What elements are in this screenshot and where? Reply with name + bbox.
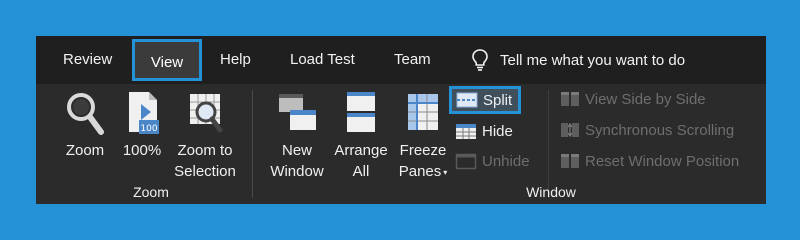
app-window: Review View Help Load Test Team Tell me …	[36, 36, 766, 204]
inner-separator	[548, 90, 549, 198]
arrange-all-button[interactable]: Arrange All	[328, 90, 394, 182]
view-side-by-side-button[interactable]: View Side by Side	[560, 86, 706, 112]
freeze-panes-line1: Freeze	[399, 142, 447, 159]
tell-me-search[interactable]: Tell me what you want to do	[472, 36, 685, 84]
ribbon-panel: Zoom 100 100% Zoom to Selection Zoom New…	[36, 84, 766, 204]
zoom-group-label: Zoom	[133, 184, 169, 200]
arrange-all-line1: Arrange	[334, 142, 388, 159]
split-label: Split	[483, 91, 513, 109]
new-window-icon	[279, 94, 316, 130]
split-button[interactable]: Split	[449, 86, 521, 114]
freeze-panes-icon	[408, 94, 438, 130]
freeze-panes-button[interactable]: Freeze Panes ▾	[394, 90, 452, 183]
new-window-line2: Window	[270, 163, 324, 180]
new-window-button[interactable]: New Window	[262, 90, 332, 182]
unhide-label: Unhide	[482, 152, 530, 170]
synchronous-scrolling-label: Synchronous Scrolling	[585, 121, 735, 139]
hide-icon	[456, 124, 476, 139]
freeze-panes-line2: Panes	[398, 163, 442, 180]
zoom-100-label: 100%	[122, 142, 162, 159]
sync-scroll-icon	[561, 122, 579, 138]
tab-load-test[interactable]: Load Test	[290, 36, 355, 84]
zoom-to-selection-button[interactable]: Zoom to Selection	[170, 90, 240, 182]
zoom-label: Zoom	[65, 142, 105, 159]
zoom-to-selection-icon	[190, 94, 223, 133]
tell-me-text: Tell me what you want to do	[500, 51, 686, 69]
reset-window-position-button[interactable]: Reset Window Position	[560, 148, 739, 174]
ribbon-tab-bar: Review View Help Load Test Team Tell me …	[36, 36, 766, 84]
arrange-all-line2: All	[352, 163, 370, 180]
tab-team[interactable]: Team	[394, 36, 431, 84]
split-icon	[456, 92, 478, 108]
chevron-down-icon: ▾	[443, 167, 448, 177]
hide-label: Hide	[482, 122, 513, 140]
hide-button[interactable]: Hide	[455, 118, 513, 144]
magnifier-icon	[67, 93, 104, 135]
zoom-button[interactable]: Zoom	[60, 90, 110, 161]
new-window-line1: New	[281, 142, 312, 159]
zoom-100-icon: 100	[129, 92, 159, 134]
tab-view[interactable]: View	[132, 39, 202, 81]
view-side-by-side-label: View Side by Side	[585, 90, 706, 108]
group-separator	[252, 90, 253, 198]
freeze-panes-line2-wrap: Panes ▾	[394, 161, 452, 183]
synchronous-scrolling-button[interactable]: Synchronous Scrolling	[560, 117, 734, 143]
tab-review[interactable]: Review	[63, 36, 112, 84]
reset-position-icon	[561, 154, 579, 168]
side-by-side-icon	[561, 92, 579, 106]
lightbulb-icon	[472, 49, 488, 71]
svg-text:100: 100	[140, 124, 157, 134]
unhide-button[interactable]: Unhide	[455, 148, 530, 174]
zoom-to-selection-line2: Selection	[174, 163, 236, 180]
zoom-to-selection-line1: Zoom to	[177, 142, 233, 159]
window-group-label: Window	[526, 184, 576, 200]
tab-help[interactable]: Help	[220, 36, 251, 84]
zoom-100-button[interactable]: 100 100%	[118, 90, 166, 161]
reset-window-position-label: Reset Window Position	[585, 152, 740, 170]
unhide-icon	[455, 153, 477, 170]
arrange-all-icon	[347, 92, 375, 132]
